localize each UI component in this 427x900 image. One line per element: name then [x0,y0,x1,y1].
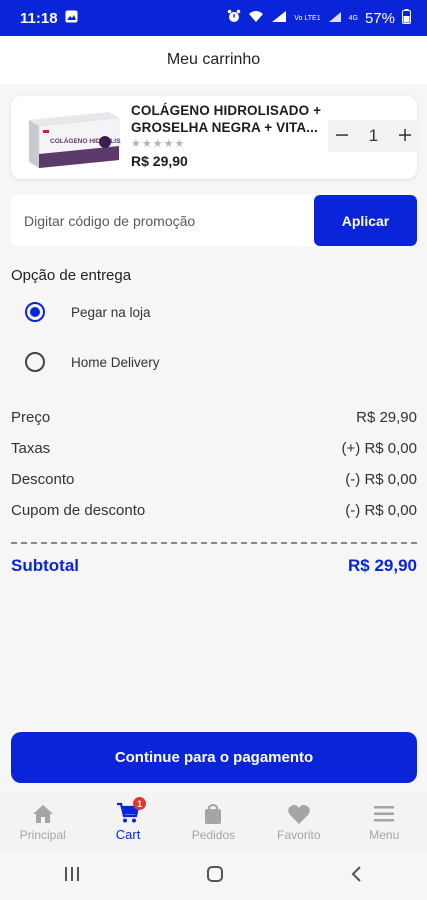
home-icon [32,804,53,823]
signal-icon-2 [328,10,342,27]
cart-item[interactable]: COLÁGENO HIDROLISADO COLÁGENO HIDROLISAD… [11,96,419,179]
battery-icon [402,8,411,28]
product-name[interactable]: COLÁGENO HIDROLISADO + GROSELHA NEGRA + … [131,102,326,136]
delivery-option-pickup[interactable]: Pegar na loja [25,302,151,322]
summary-label: Desconto [11,471,75,488]
back-button[interactable] [350,865,364,888]
radio-unselected-icon[interactable] [25,352,45,372]
wifi-icon [248,10,264,27]
quantity-stepper: 1 [328,120,419,152]
nav-item-favorito[interactable]: Favorito [264,803,334,842]
back-icon [351,865,361,882]
rating-stars: ★★★★★ [131,138,186,150]
product-price: R$ 29,90 [131,153,188,169]
cart-badge: 1 [133,797,147,810]
delivery-option-home[interactable]: Home Delivery [25,352,160,372]
summary-value: (+) R$ 0,00 [341,440,417,457]
summary-row-discount: Desconto (-) R$ 0,00 [11,471,417,488]
minus-icon [336,133,348,136]
nav-label: Principal [19,827,66,842]
home-button[interactable] [206,865,224,888]
continue-to-payment-button[interactable]: Continue para o pagamento [11,732,417,783]
summary-value: (-) R$ 0,00 [345,502,417,519]
delivery-option-title: Opção de entrega [11,267,132,284]
menu-icon [374,805,395,821]
heart-icon [288,804,310,824]
page-title: Meu carrinho [166,51,261,68]
nav-label: Pedidos [191,827,236,842]
nav-item-menu[interactable]: Menu [349,803,419,842]
nav-item-principal[interactable]: Principal [8,803,78,842]
delivery-option-label: Home Delivery [71,354,160,370]
status-bar: 11:18 Vo LTE1 4G 57% [0,0,427,36]
radio-selected-icon[interactable] [25,302,45,322]
summary-row-price: Preço R$ 29,90 [11,409,417,426]
network-label-2: 4G [348,14,358,22]
nav-label: Menu [369,827,400,842]
system-nav-bar [0,852,427,900]
summary-row-taxes: Taxas (+) R$ 0,00 [11,440,417,457]
plus-icon [399,128,411,141]
signal-icon [271,10,287,27]
subtotal-row: Subtotal R$ 29,90 [11,556,417,576]
battery-text: 57% [364,9,395,27]
delivery-option-label: Pegar na loja [71,304,151,320]
summary-divider [11,542,417,544]
summary-value: (-) R$ 0,00 [345,471,417,488]
nav-label: Cart [115,827,141,842]
quantity-value: 1 [368,126,379,145]
gallery-icon [65,10,78,27]
summary-row-coupon: Cupom de desconto (-) R$ 0,00 [11,502,417,519]
promo-code-section: Aplicar [11,195,417,246]
nav-item-pedidos[interactable]: Pedidos [178,803,248,842]
status-time: 11:18 [20,9,58,27]
apply-promo-button[interactable]: Aplicar [314,195,417,246]
increase-quantity-button[interactable] [398,125,412,148]
product-image: COLÁGENO HIDROLISADO [23,106,135,170]
bag-icon [205,803,222,824]
alarm-icon [227,9,241,27]
nav-item-cart[interactable]: 1 Cart [93,797,163,842]
nav-label: Favorito [277,827,321,842]
subtotal-value: R$ 29,90 [348,556,417,575]
subtotal-label: Subtotal [11,556,79,575]
recent-apps-icon [64,866,79,881]
summary-label: Cupom de desconto [11,502,146,519]
promo-code-input[interactable] [11,195,314,246]
home-circle-icon [207,865,224,882]
decrease-quantity-button[interactable] [335,125,349,148]
summary-label: Preço [11,409,51,426]
summary-value: R$ 29,90 [356,409,417,426]
page-header: Meu carrinho [0,36,427,84]
summary-label: Taxas [11,440,51,457]
bottom-nav: Principal 1 Cart Pedidos Favorito Menu [0,792,427,852]
network-label: Vo LTE1 [294,14,321,22]
recent-apps-button[interactable] [63,866,81,887]
